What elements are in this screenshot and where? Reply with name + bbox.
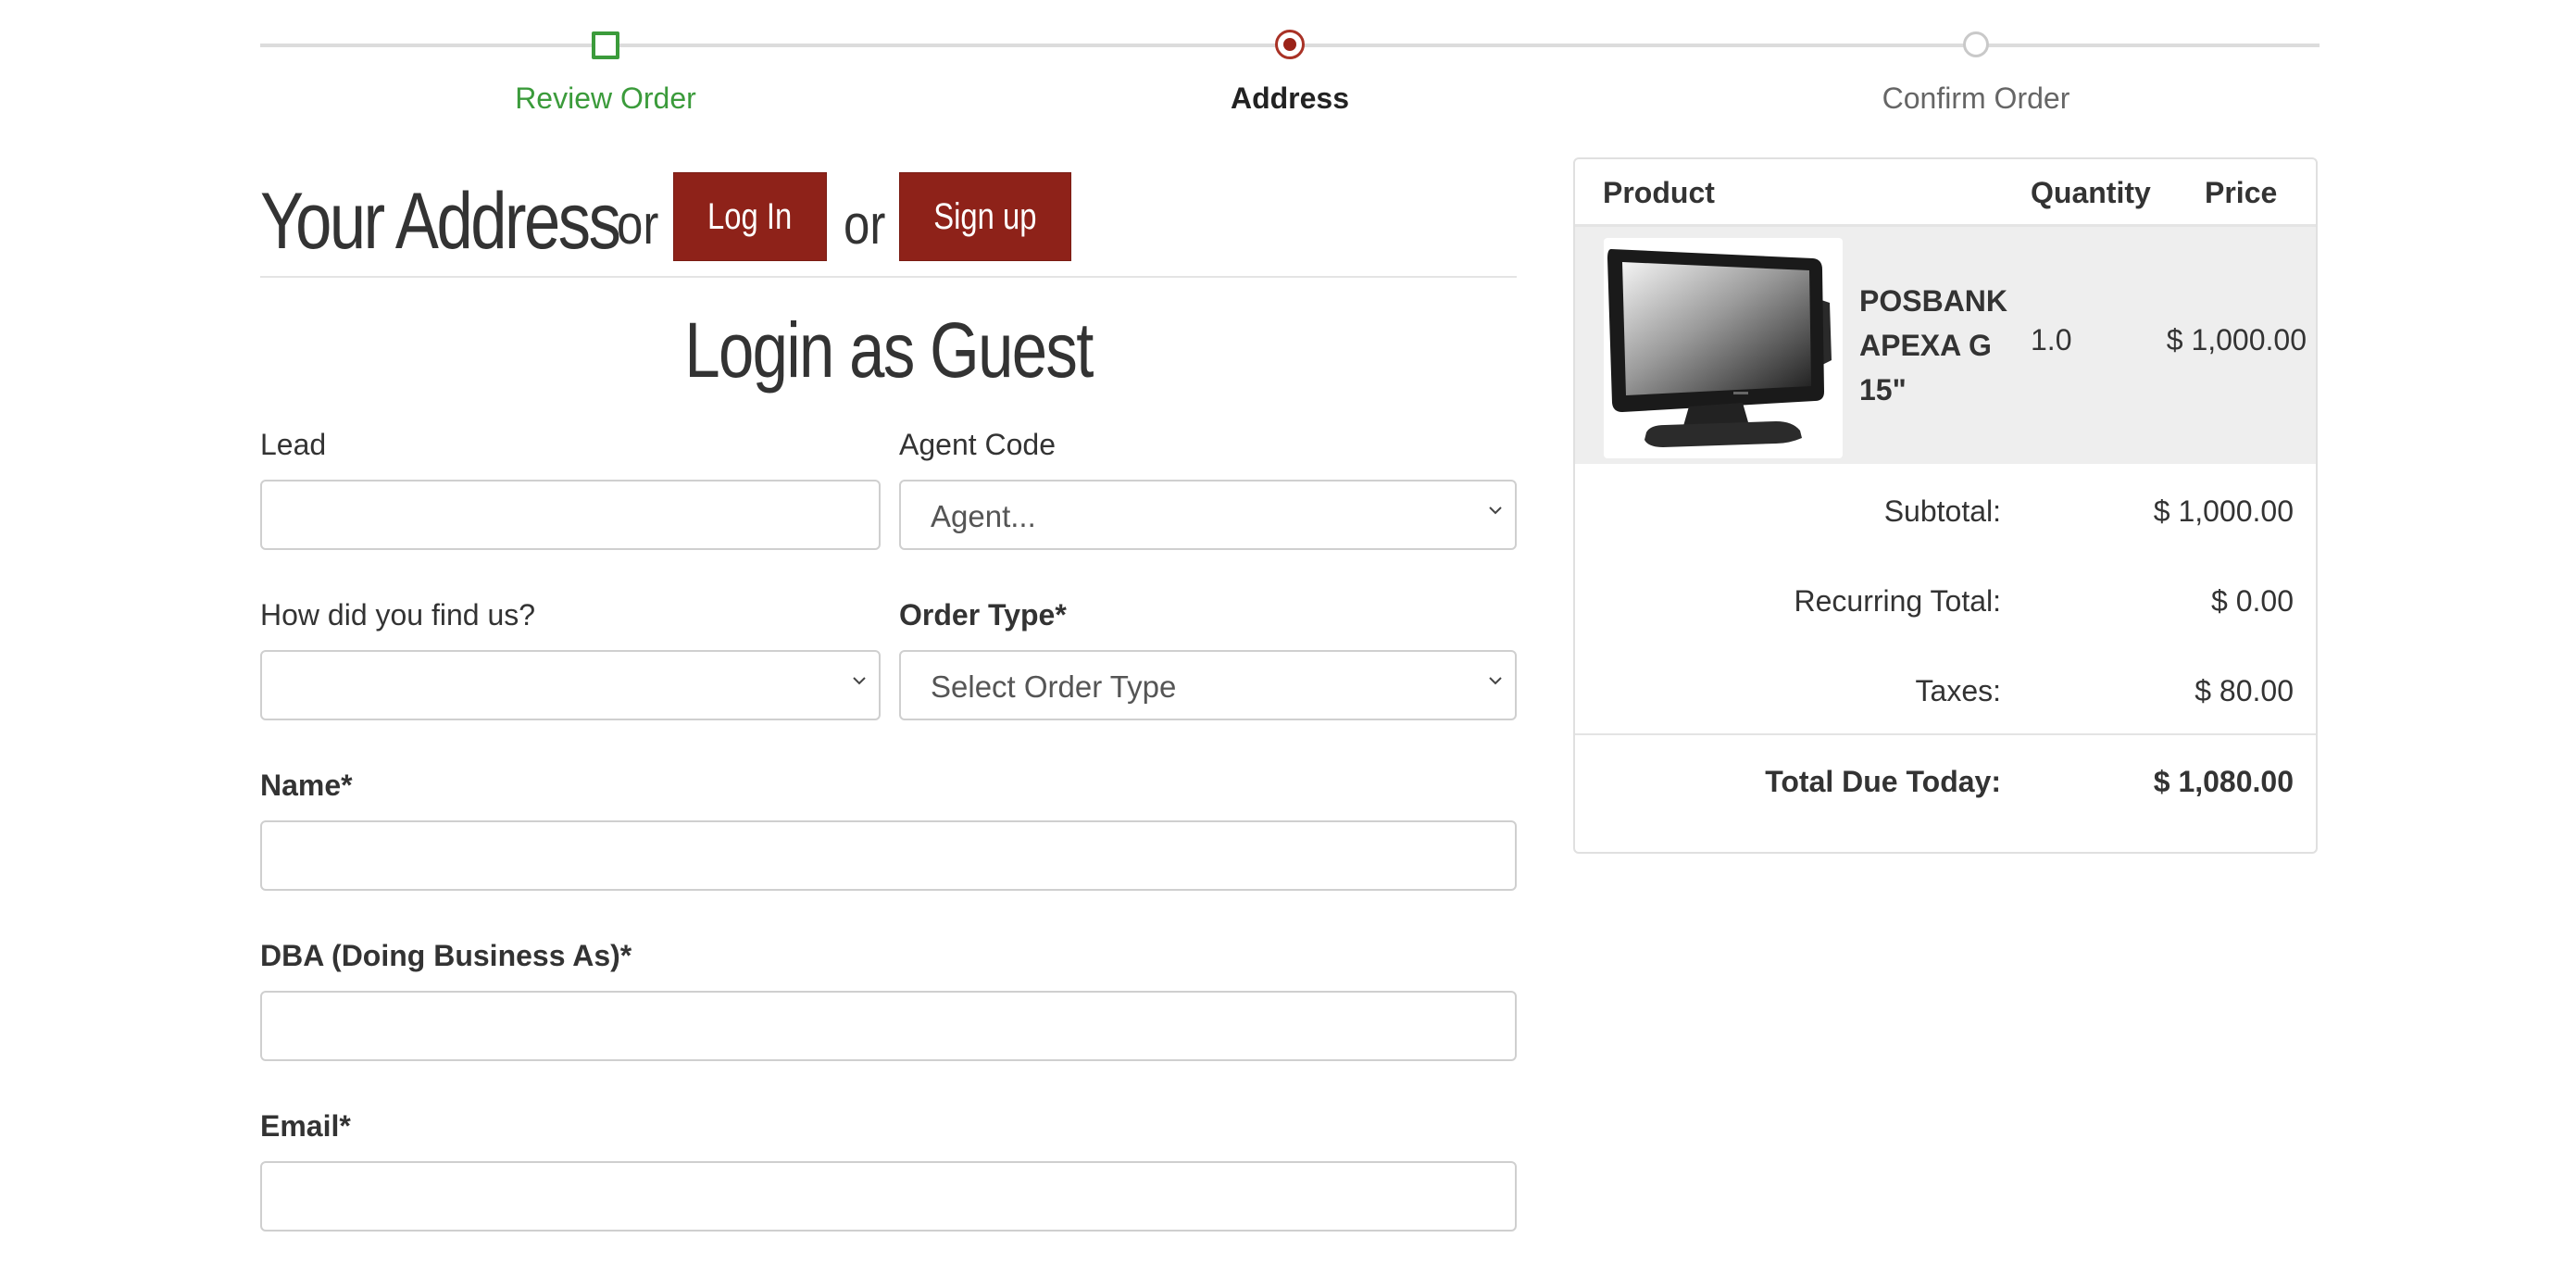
name-label: Name*: [260, 769, 353, 802]
recurring-total-label: Recurring Total:: [1794, 584, 2001, 618]
item-name: POSBANK APEXA G 15": [1859, 284, 2008, 406]
agent-code-select[interactable]: Agent...: [899, 480, 1517, 550]
agent-code-value: Agent...: [931, 499, 1036, 533]
find-us-label: How did you find us?: [260, 598, 536, 632]
step-label: Confirm Order: [1882, 81, 2070, 115]
chevron-down-icon: [1489, 677, 1502, 685]
item-quantity: 1.0: [2031, 323, 2072, 356]
or-text: or: [617, 194, 659, 256]
quantity-header: Quantity: [2031, 176, 2151, 209]
order-summary: Product Quantity Price POSBANK APEXA G 1…: [1573, 157, 2318, 854]
page-title: Your Address: [260, 176, 621, 266]
name-input[interactable]: [260, 820, 1517, 891]
signup-button[interactable]: Sign up: [899, 172, 1071, 261]
step-current-icon: [1275, 30, 1305, 59]
lead-label: Lead: [260, 428, 327, 461]
chevron-down-icon: [853, 677, 866, 685]
subtotal-value: $ 1,000.00: [2153, 494, 2294, 528]
heading-divider: [260, 276, 1517, 278]
login-button[interactable]: Log In: [673, 172, 827, 261]
recurring-total-value: $ 0.00: [2211, 584, 2294, 618]
address-heading: Your Address or Log In or Sign up: [260, 167, 1517, 276]
taxes-value: $ 80.00: [2195, 674, 2294, 707]
product-header: Product: [1603, 176, 1715, 209]
or-text: or: [844, 194, 886, 256]
checkout-page: Review Order Address Confirm Order Your …: [0, 0, 2576, 1263]
address-form: Your Address or Log In or Sign up Login …: [260, 167, 1517, 1232]
dba-input[interactable]: [260, 991, 1517, 1061]
guest-title: Login as Guest: [684, 306, 1094, 394]
pos-terminal-image: [1604, 238, 1843, 458]
order-type-select[interactable]: Select Order Type: [899, 650, 1517, 720]
step-label: Address: [1230, 81, 1350, 115]
pos-terminal-icon: [1607, 249, 1832, 447]
email-input[interactable]: [260, 1161, 1517, 1232]
order-type-label: Order Type*: [899, 598, 1067, 632]
step-pending-icon: [1963, 31, 1989, 57]
price-header: Price: [2205, 176, 2278, 209]
totals-divider: [1575, 733, 2316, 735]
step-label: Review Order: [515, 81, 696, 115]
lead-input[interactable]: [260, 480, 881, 550]
total-due-value: $ 1,080.00: [2153, 765, 2294, 798]
taxes-label: Taxes:: [1915, 674, 2001, 707]
find-us-select[interactable]: [260, 650, 881, 720]
checkout-progress: Review Order Address Confirm Order: [260, 17, 2320, 128]
total-due-label: Total Due Today:: [1765, 765, 2001, 798]
agent-code-label: Agent Code: [899, 428, 1057, 461]
order-item-row: POSBANK APEXA G 15" 1.0 $ 1,000.00: [1575, 227, 2316, 464]
subtotal-label: Subtotal:: [1883, 494, 2001, 528]
chevron-down-icon: [1489, 506, 1502, 515]
email-label: Email*: [260, 1109, 351, 1143]
step-complete-icon: [592, 31, 619, 59]
dba-label: DBA (Doing Business As)*: [260, 939, 632, 972]
summary-header: Product Quantity Price: [1575, 159, 2316, 227]
item-price: $ 1,000.00: [2166, 323, 2307, 356]
order-type-value: Select Order Type: [931, 669, 1177, 704]
